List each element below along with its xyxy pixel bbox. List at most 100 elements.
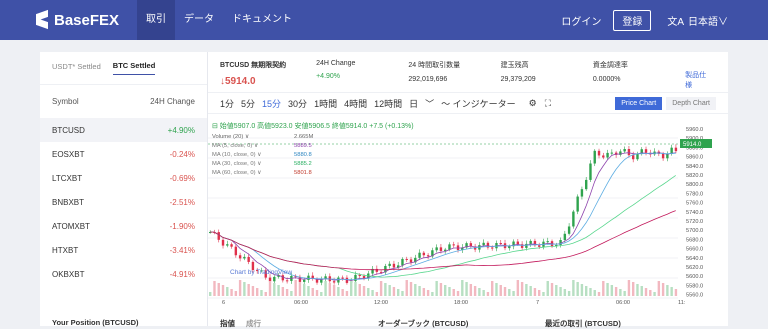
- y-tick-label: 5700.0: [686, 228, 703, 234]
- candle-body: [525, 243, 528, 248]
- market-row[interactable]: BNBXBT -2.51%: [40, 190, 207, 214]
- ma-legend-value: 5880.8: [294, 152, 312, 158]
- volume-bar: [354, 282, 357, 296]
- candle-body: [375, 268, 379, 272]
- chart-type-switch: Price Chart Depth Chart: [611, 96, 716, 110]
- y-tick-label: 5720.0: [686, 219, 703, 225]
- y-tick-label: 5600.0: [686, 274, 703, 280]
- volume-bar: [247, 284, 250, 296]
- market-row[interactable]: LTCXBT -0.69%: [40, 166, 207, 190]
- volume-bar: [525, 284, 528, 296]
- tf-30m[interactable]: 30分: [288, 97, 307, 110]
- candle-body: [354, 274, 357, 282]
- y-tick-label: 5780.0: [686, 191, 703, 197]
- main-nav: 取引 データ ドキュメント: [137, 0, 301, 40]
- price-chart[interactable]: 5960.05900.05880.05860.05840.05820.05800…: [208, 118, 728, 306]
- candle-body: [418, 252, 421, 258]
- expand-icon[interactable]: ⛶: [545, 98, 551, 109]
- volume-bar: [516, 280, 520, 296]
- ma10-line: [209, 152, 676, 281]
- volume-bar: [469, 284, 473, 296]
- volume-bar: [512, 291, 515, 296]
- chart-svg[interactable]: 5960.05900.05880.05860.05840.05820.05800…: [208, 118, 728, 306]
- market-change: -2.51%: [169, 197, 195, 207]
- candle-body: [674, 147, 678, 152]
- ma30-line: [209, 175, 676, 278]
- market-row[interactable]: EOSXBT -0.24%: [40, 142, 207, 166]
- tf-12h[interactable]: 12時間: [374, 97, 402, 110]
- contract-specs-link[interactable]: 製品仕様: [685, 60, 712, 92]
- contract-title: BTCUSD 無期限契約: [220, 62, 287, 69]
- candle-body: [243, 256, 246, 259]
- language-selector[interactable]: 文A 日本語∨: [667, 13, 728, 28]
- register-button[interactable]: 登録: [613, 9, 652, 31]
- volume-bar: [367, 288, 370, 296]
- volume-bar: [674, 289, 678, 296]
- volume-bar: [461, 280, 464, 296]
- volume-bar: [499, 285, 502, 296]
- market-symbol: ATOMXBT: [52, 221, 90, 231]
- volume-bar: [281, 287, 285, 296]
- tab-btc-settled[interactable]: BTC Settled: [112, 61, 156, 75]
- candle-body: [585, 179, 588, 190]
- indicators-button[interactable]: 〜 インジケーター: [441, 97, 516, 110]
- change-value: +4.90%: [316, 73, 341, 80]
- oi-label: 建玉残高: [500, 62, 529, 69]
- volume-legend: Volume (20) ∨: [212, 134, 249, 140]
- x-tick-label: 6: [222, 300, 225, 306]
- candle-body: [589, 163, 592, 180]
- tab-usdt-settled[interactable]: USDT* Settled: [52, 62, 101, 75]
- volume-bar: [234, 291, 238, 296]
- price-chart-button[interactable]: Price Chart: [615, 96, 663, 110]
- candle-body: [345, 277, 349, 283]
- volume-bar: [268, 281, 272, 296]
- nav-trade[interactable]: 取引: [137, 0, 176, 40]
- market-change: -0.24%: [169, 149, 195, 159]
- nav-data[interactable]: データ: [175, 0, 223, 40]
- tf-1h[interactable]: 1時間: [314, 97, 337, 110]
- y-tick-label: 5560.0: [686, 293, 703, 299]
- volume-bar: [614, 287, 618, 296]
- candle-body: [358, 274, 361, 277]
- volume-bar: [243, 282, 246, 296]
- col-symbol: Symbol: [52, 97, 79, 106]
- volume-bar: [379, 281, 383, 296]
- tf-5m[interactable]: 5分: [241, 97, 255, 110]
- volume-bar: [465, 282, 468, 296]
- tf-4h[interactable]: 4時間: [344, 97, 367, 110]
- order-tab-limit[interactable]: 指値: [220, 318, 235, 329]
- tf-1m[interactable]: 1分: [220, 97, 234, 110]
- market-row[interactable]: OKBXBT -4.91%: [40, 262, 207, 286]
- logo-icon: [36, 12, 48, 28]
- y-tick-label: 5620.0: [686, 265, 703, 271]
- candle-body: [508, 246, 511, 249]
- ma60-line: [209, 210, 676, 271]
- chevron-down-icon[interactable]: ﹀: [425, 97, 434, 110]
- language-label: 日本語∨: [688, 16, 728, 28]
- recent-trades-title: 最近の取引 (BTCUSD): [545, 319, 621, 328]
- volume-bar: [384, 283, 387, 296]
- gear-icon[interactable]: ⚙: [529, 98, 537, 109]
- ma-legend-label: MA (10, close, 0) ∨: [212, 152, 261, 158]
- market-row[interactable]: ATOMXBT -1.90%: [40, 214, 207, 238]
- market-row[interactable]: HTXBT -3.41%: [40, 238, 207, 262]
- volume-bar: [337, 287, 340, 296]
- candle-body: [529, 240, 532, 244]
- tf-day[interactable]: 日: [409, 97, 418, 110]
- depth-chart-button[interactable]: Depth Chart: [666, 96, 716, 110]
- order-tab-market[interactable]: 成行: [246, 318, 261, 329]
- volume-bar: [350, 280, 353, 296]
- market-list: BTCUSD +4.90% EOSXBT -0.24% LTCXBT -0.69% BNBX…: [40, 118, 207, 286]
- market-row[interactable]: BTCUSD +4.90%: [40, 118, 207, 142]
- tf-15m[interactable]: 15分: [262, 97, 281, 110]
- candle-body: [422, 252, 426, 256]
- volume-bar: [623, 291, 626, 296]
- candle-body: [602, 155, 605, 158]
- last-price-tag-label: 5914.0: [683, 142, 702, 148]
- login-link[interactable]: ログイン: [561, 13, 601, 28]
- brand-logo[interactable]: BaseFEX: [36, 12, 119, 29]
- candle-body: [567, 226, 571, 234]
- nav-docs[interactable]: ドキュメント: [223, 0, 301, 40]
- ma-legend-value: 5801.8: [294, 170, 312, 176]
- volume-bar: [585, 286, 588, 296]
